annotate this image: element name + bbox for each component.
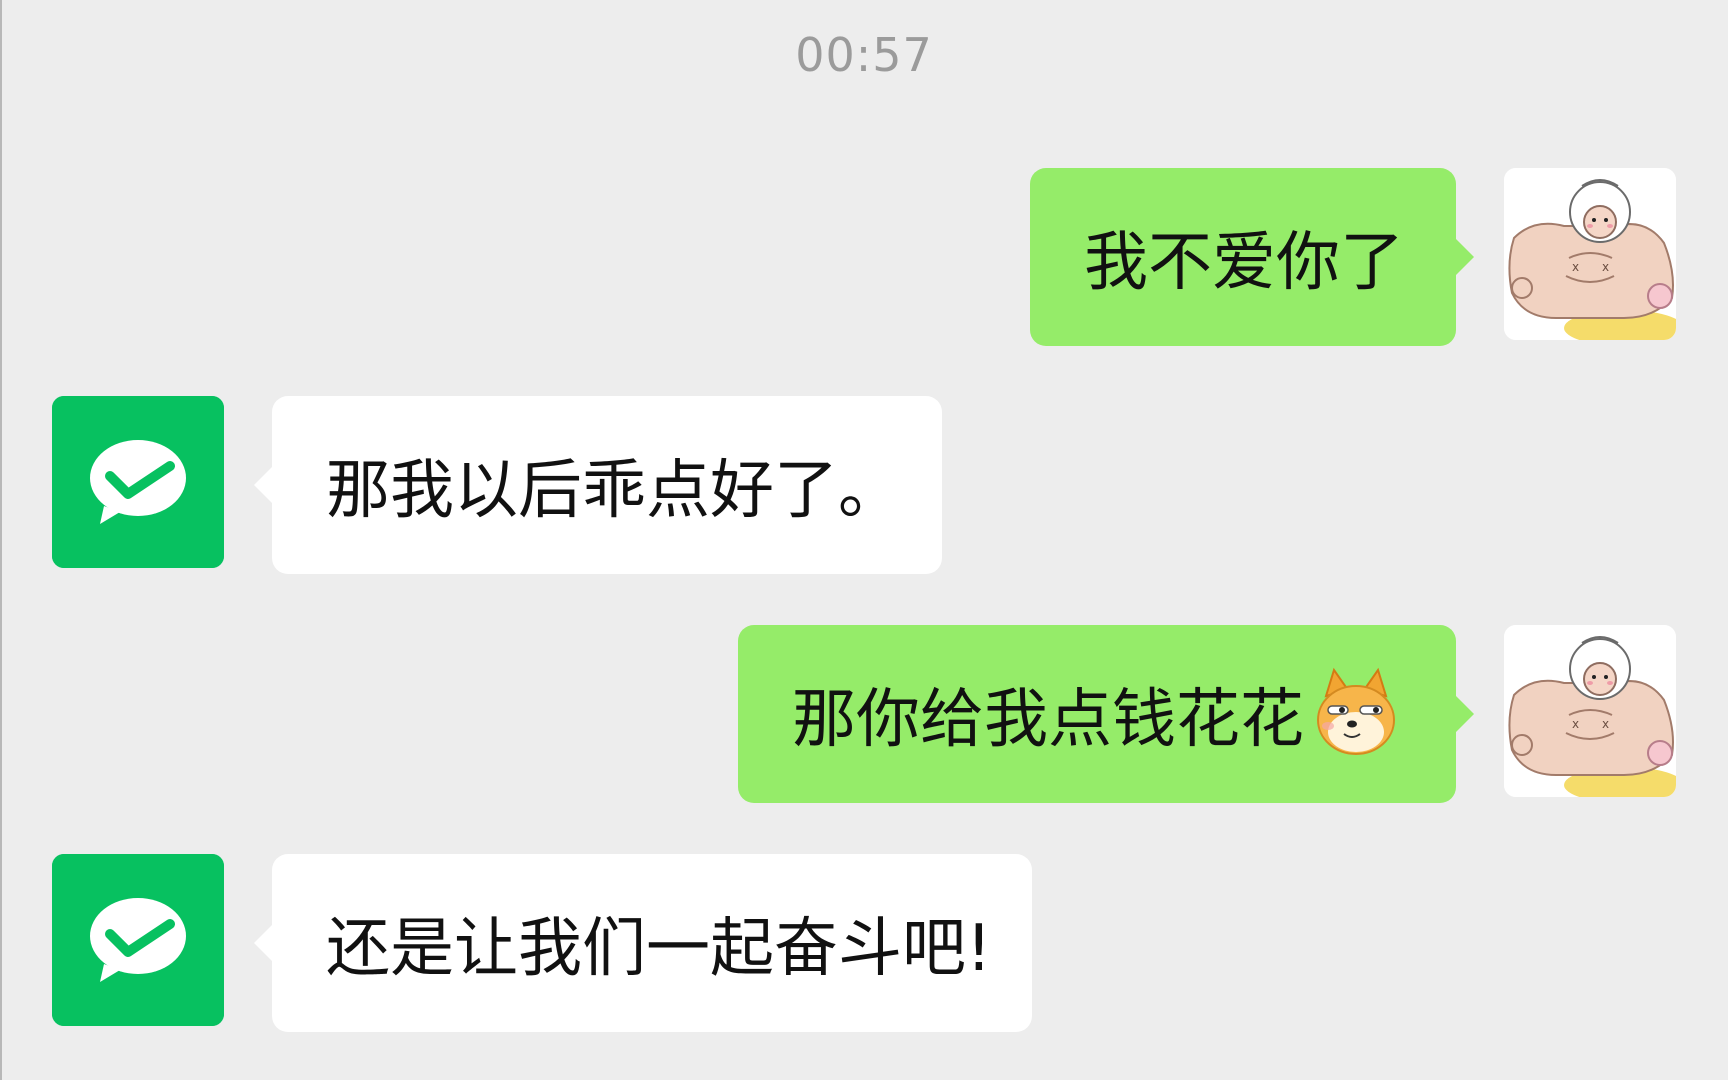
message-text: 那你给我点钱花花 [792, 683, 1304, 757]
message-bubble-received[interactable]: 还是让我们一起奋斗吧! [254, 854, 1032, 1032]
shiba-dog-emoji-icon [1317, 667, 1395, 755]
svg-text:x: x [1602, 260, 1609, 274]
message-row-received: 那我以后乖点好了。 [0, 396, 1728, 574]
message-timestamp: 00:57 [795, 28, 933, 82]
message-text: 还是让我们一起奋斗吧! [326, 912, 992, 986]
message-text: 那我以后乖点好了。 [326, 454, 902, 528]
contact-avatar[interactable] [52, 854, 224, 1026]
wechat-logo-icon [52, 396, 224, 568]
message-row-sent: 那你给我点钱花花 x x [0, 625, 1728, 803]
svg-text:x: x [1602, 717, 1609, 731]
message-bubble-received[interactable]: 那我以后乖点好了。 [254, 396, 942, 574]
message-row-received: 还是让我们一起奋斗吧! [0, 854, 1728, 1032]
user-avatar[interactable]: x x [1504, 625, 1676, 797]
message-bubble-sent[interactable]: 我不爱你了 [1030, 168, 1474, 346]
contact-avatar[interactable] [52, 396, 224, 568]
message-bubble-sent[interactable]: 那你给我点钱花花 [738, 625, 1474, 803]
svg-text:x: x [1572, 260, 1579, 274]
message-text: 我不爱你了 [1084, 226, 1404, 300]
user-avatar[interactable]: x x [1504, 168, 1676, 340]
muscular-sheep-avatar-icon: x x [1504, 625, 1676, 797]
wechat-logo-icon [52, 854, 224, 1026]
message-row-sent: 我不爱你了 x x [0, 168, 1728, 346]
muscular-sheep-avatar-icon: x x [1504, 168, 1676, 340]
svg-text:x: x [1572, 717, 1579, 731]
